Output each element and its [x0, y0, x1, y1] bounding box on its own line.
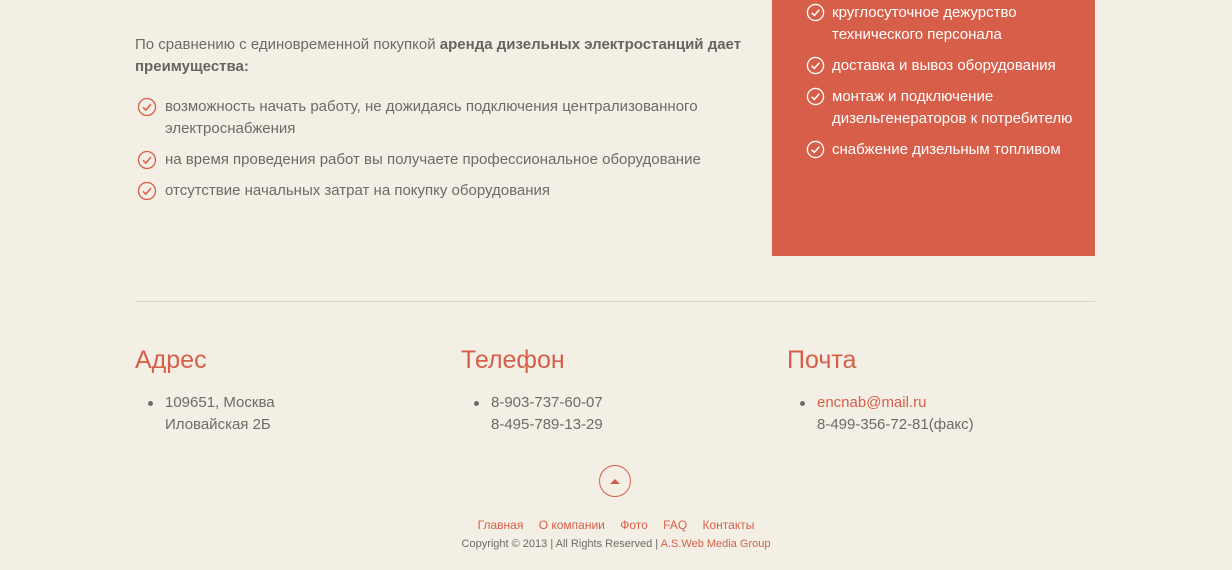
service-text: монтаж и подключение дизельгенераторов к…: [832, 88, 1073, 127]
address-column: Адрес 109651, Москва Иловайская 2Б: [135, 345, 455, 436]
credit-link[interactable]: A.S.Web Media Group: [661, 538, 771, 550]
check-circle-icon: [806, 87, 825, 106]
service-text: круглосуточное дежурство технического пе…: [832, 4, 1017, 43]
intro-lead: По сравнению с единовременной покупкой: [135, 36, 440, 53]
service-text: доставка и вывоз оборудования: [832, 57, 1056, 74]
benefit-text: возможность начать работу, не дожидаясь …: [165, 98, 698, 137]
benefit-item: на время проведения работ вы получаете п…: [137, 149, 767, 171]
address-line2: Иловайская 2Б: [165, 416, 271, 433]
benefit-item: возможность начать работу, не дожидаясь …: [137, 96, 767, 140]
services-box: круглосуточное дежурство технического пе…: [772, 0, 1095, 256]
copyright: Copyright © 2013 | All Rights Reserved |…: [0, 537, 1232, 551]
footer-link-contacts[interactable]: Контакты: [703, 518, 755, 532]
mail-column: Почта encnab@mail.ru 8-499-356-72-81(фак…: [787, 345, 1107, 436]
address-item: 109651, Москва Иловайская 2Б: [135, 392, 455, 436]
service-item: круглосуточное дежурство технического пе…: [806, 2, 1076, 46]
check-circle-icon: [806, 56, 825, 75]
service-item: снабжение дизельным топливом: [806, 139, 1076, 161]
address-list: 109651, Москва Иловайская 2Б: [135, 392, 455, 436]
check-circle-icon: [806, 140, 825, 159]
arrow-up-icon: [610, 479, 620, 484]
footer-link-about[interactable]: О компании: [539, 518, 605, 532]
benefit-text: отсутствие начальных затрат на покупку о…: [165, 182, 551, 199]
footer-nav: Главная О компании Фото FAQ Контакты: [0, 518, 1232, 532]
footer-link-faq[interactable]: FAQ: [663, 518, 687, 532]
services-list: круглосуточное дежурство технического пе…: [806, 2, 1076, 170]
check-circle-icon: [137, 150, 157, 170]
address-line1: 109651, Москва: [165, 394, 275, 411]
service-item: монтаж и подключение дизельгенераторов к…: [806, 86, 1076, 130]
phone-list: 8-903-737-60-07 8-495-789-13-29: [461, 392, 781, 436]
benefit-text: на время проведения работ вы получаете п…: [165, 151, 701, 168]
mail-list: encnab@mail.ru 8-499-356-72-81(факс): [787, 392, 1107, 436]
mail-title: Почта: [787, 346, 857, 374]
section-divider: [135, 301, 1095, 302]
mail-item: encnab@mail.ru 8-499-356-72-81(факс): [787, 392, 1107, 436]
address-title: Адрес: [135, 346, 207, 374]
check-circle-icon: [806, 3, 825, 22]
benefits-list: возможность начать работу, не дожидаясь …: [137, 96, 767, 211]
email-link[interactable]: encnab@mail.ru: [817, 394, 926, 411]
phone-item: 8-903-737-60-07 8-495-789-13-29: [461, 392, 781, 436]
benefit-item: отсутствие начальных затрат на покупку о…: [137, 180, 767, 202]
phone-title: Телефон: [461, 346, 565, 374]
check-circle-icon: [137, 181, 157, 201]
phone-line1: 8-903-737-60-07: [491, 394, 603, 411]
service-item: доставка и вывоз оборудования: [806, 55, 1076, 77]
phone-column: Телефон 8-903-737-60-07 8-495-789-13-29: [461, 345, 781, 436]
footer-link-photo[interactable]: Фото: [620, 518, 648, 532]
intro-text: По сравнению с единовременной покупкой а…: [135, 34, 765, 78]
fax-number: 8-499-356-72-81(факс): [817, 416, 974, 433]
footer-link-home[interactable]: Главная: [478, 518, 524, 532]
service-text: снабжение дизельным топливом: [832, 141, 1061, 158]
phone-line2: 8-495-789-13-29: [491, 416, 603, 433]
check-circle-icon: [137, 97, 157, 117]
scroll-top-button[interactable]: [599, 465, 631, 497]
copyright-text: Copyright © 2013 | All Rights Reserved |: [461, 538, 661, 550]
